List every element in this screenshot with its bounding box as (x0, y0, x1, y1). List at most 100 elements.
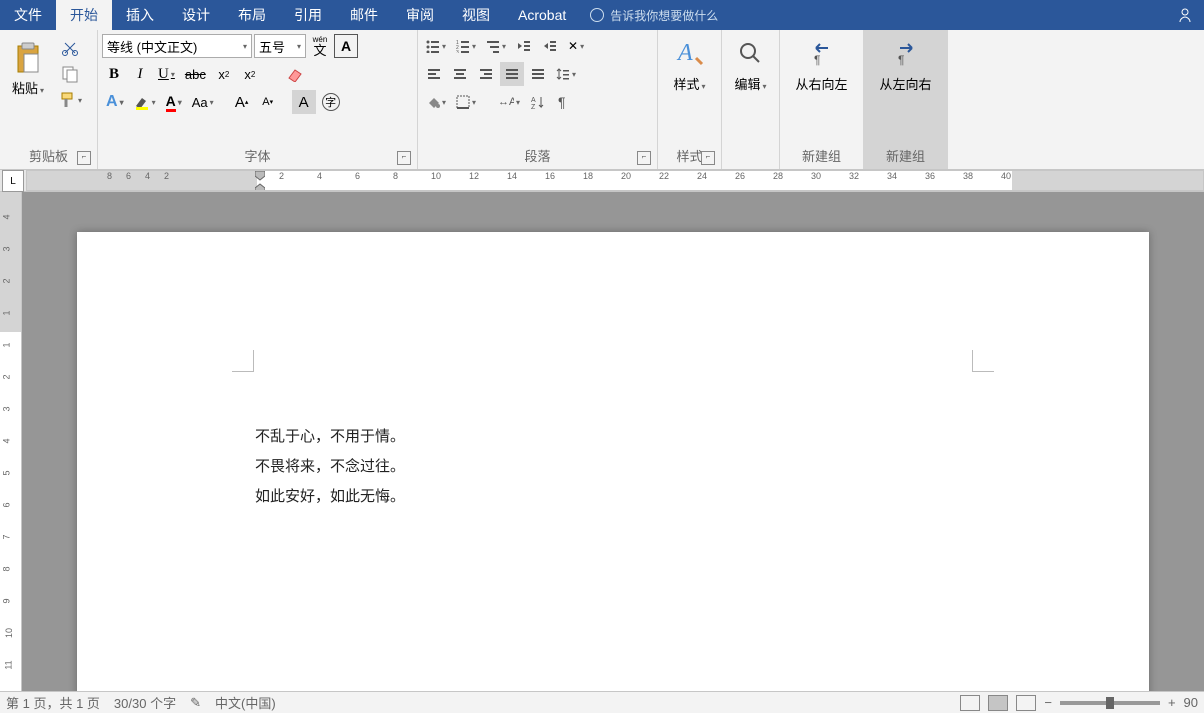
strikethrough-button[interactable]: abc (181, 62, 210, 86)
tell-me[interactable]: 告诉我你想要做什么 (580, 0, 728, 30)
svg-text:3: 3 (456, 50, 459, 53)
tab-view[interactable]: 视图 (448, 0, 504, 30)
enclose-char-button[interactable]: 字 (318, 90, 344, 114)
word-count[interactable]: 30/30 个字 (114, 693, 176, 712)
char-shading-button[interactable]: A (292, 90, 316, 114)
bold-button[interactable]: B (102, 62, 126, 86)
ruler-vertical[interactable]: 43211234567891011 (0, 192, 22, 691)
paste-button[interactable]: 粘贴▾ (4, 36, 52, 101)
tab-home[interactable]: 开始 (56, 0, 112, 30)
bulb-icon (590, 8, 604, 22)
page-count[interactable]: 第 1 页，共 1 页 (6, 693, 100, 712)
zoom-level[interactable]: 90 (1184, 695, 1198, 710)
edit-label: 编辑 (734, 77, 760, 92)
svg-text:Z: Z (531, 104, 536, 109)
cut-button[interactable] (57, 36, 83, 60)
tellme-label: 告诉我你想要做什么 (610, 7, 718, 24)
numbering-button[interactable]: 123▾ (452, 34, 480, 58)
hruler-scale[interactable]: 8642246810121416182022242628303234363840… (26, 170, 1204, 191)
border-icon (456, 95, 470, 109)
show-marks-button[interactable]: ¶ (552, 90, 576, 114)
scissors-icon (61, 39, 79, 57)
distribute-icon (531, 67, 545, 81)
highlight-button[interactable]: ▾ (130, 90, 160, 114)
spellcheck-icon[interactable]: ✎ (190, 695, 201, 711)
align-right-button[interactable] (474, 62, 498, 86)
justify-button[interactable] (500, 62, 524, 86)
tab-design[interactable]: 设计 (168, 0, 224, 30)
tab-file[interactable]: 文件 (0, 0, 56, 30)
italic-button[interactable]: I (128, 62, 152, 86)
styles-label: 样式 (673, 77, 699, 92)
tab-insert[interactable]: 插入 (112, 0, 168, 30)
snap-to-grid-button[interactable]: ↔A▾ (494, 90, 524, 114)
subscript-button[interactable]: x2 (212, 62, 236, 86)
font-name-select[interactable]: 等线 (中文正文)▾ (102, 34, 252, 58)
paragraph-launcher[interactable]: ⌐ (637, 151, 651, 165)
group-styles: A 样式▾ 样式 ⌐ (658, 30, 722, 169)
share-button[interactable] (1170, 0, 1204, 30)
distribute-button[interactable] (526, 62, 550, 86)
read-mode-button[interactable] (960, 695, 980, 711)
increase-indent-button[interactable] (538, 34, 562, 58)
indent-icon (543, 39, 557, 53)
web-layout-button[interactable] (1016, 695, 1036, 711)
copy-icon (61, 65, 79, 83)
bullets-button[interactable]: ▾ (422, 34, 450, 58)
svg-text:↔A: ↔A (498, 96, 514, 108)
align-center-button[interactable] (448, 62, 472, 86)
margin-mark-tr (972, 350, 994, 372)
clipboard-icon (14, 40, 42, 76)
underline-button[interactable]: U▾ (154, 62, 179, 86)
rtl-group-label: 新建组 (784, 146, 859, 167)
zoom-slider[interactable] (1060, 701, 1160, 705)
format-painter-button[interactable]: ▾ (54, 88, 86, 112)
clipboard-launcher[interactable]: ⌐ (77, 151, 91, 165)
sort-button[interactable]: AZ (526, 90, 550, 114)
language[interactable]: 中文(中国) (215, 693, 276, 712)
line-spacing-button[interactable]: ▾ (552, 62, 580, 86)
rtl-button[interactable]: ¶ 从右向左 (784, 32, 859, 97)
ltr-group-label: 新建组 (868, 146, 943, 167)
highlighter-icon (134, 94, 150, 110)
find-button[interactable]: 编辑▾ (726, 32, 775, 97)
tab-acrobat[interactable]: Acrobat (504, 0, 580, 30)
borders-button[interactable]: ▾ (452, 90, 480, 114)
zoom-in-button[interactable]: + (1168, 695, 1176, 710)
page: 不乱于心，不用于情。 不畏将来，不念过往。 如此安好，如此无悔。 (77, 232, 1149, 691)
font-color-button[interactable]: A▾ (162, 90, 186, 114)
phonetic-icon: wén文 (313, 36, 328, 57)
align-right-icon (479, 67, 493, 81)
decrease-indent-button[interactable] (512, 34, 536, 58)
tab-mail[interactable]: 邮件 (336, 0, 392, 30)
font-group-label: 字体⌐ (102, 146, 413, 167)
change-case-button[interactable]: Aa▾ (188, 90, 218, 114)
tab-review[interactable]: 审阅 (392, 0, 448, 30)
styles-launcher[interactable]: ⌐ (701, 151, 715, 165)
tab-selector[interactable]: L (2, 170, 24, 192)
shading-button[interactable]: ▾ (422, 90, 450, 114)
copy-button[interactable] (57, 62, 83, 86)
text-effects-button[interactable]: A▾ (102, 90, 128, 114)
ltr-button[interactable]: ¶ 从左向右 (868, 32, 943, 97)
font-launcher[interactable]: ⌐ (397, 151, 411, 165)
document-area[interactable]: 不乱于心，不用于情。 不畏将来，不念过往。 如此安好，如此无悔。 (22, 192, 1204, 691)
tab-layout[interactable]: 布局 (224, 0, 280, 30)
clear-format-button[interactable] (282, 62, 308, 86)
styles-button[interactable]: A 样式▾ (662, 32, 717, 97)
phonetic-guide-button[interactable]: wén文 (308, 34, 332, 58)
multilevel-button[interactable]: ▾ (482, 34, 510, 58)
zoom-out-button[interactable]: − (1044, 695, 1052, 710)
font-size-select[interactable]: 五号▾ (254, 34, 306, 58)
superscript-button[interactable]: x2 (238, 62, 262, 86)
shrink-font-button[interactable]: A▾ (256, 90, 280, 114)
asian-layout-button[interactable]: ✕▾ (564, 34, 588, 58)
print-layout-button[interactable] (988, 695, 1008, 711)
align-left-button[interactable] (422, 62, 446, 86)
svg-text:¶: ¶ (814, 53, 820, 66)
document-text[interactable]: 不乱于心，不用于情。 不畏将来，不念过往。 如此安好，如此无悔。 (255, 422, 405, 512)
char-border-button[interactable]: A (334, 34, 358, 58)
tab-references[interactable]: 引用 (280, 0, 336, 30)
person-icon (1178, 6, 1196, 24)
grow-font-button[interactable]: A▴ (230, 90, 254, 114)
